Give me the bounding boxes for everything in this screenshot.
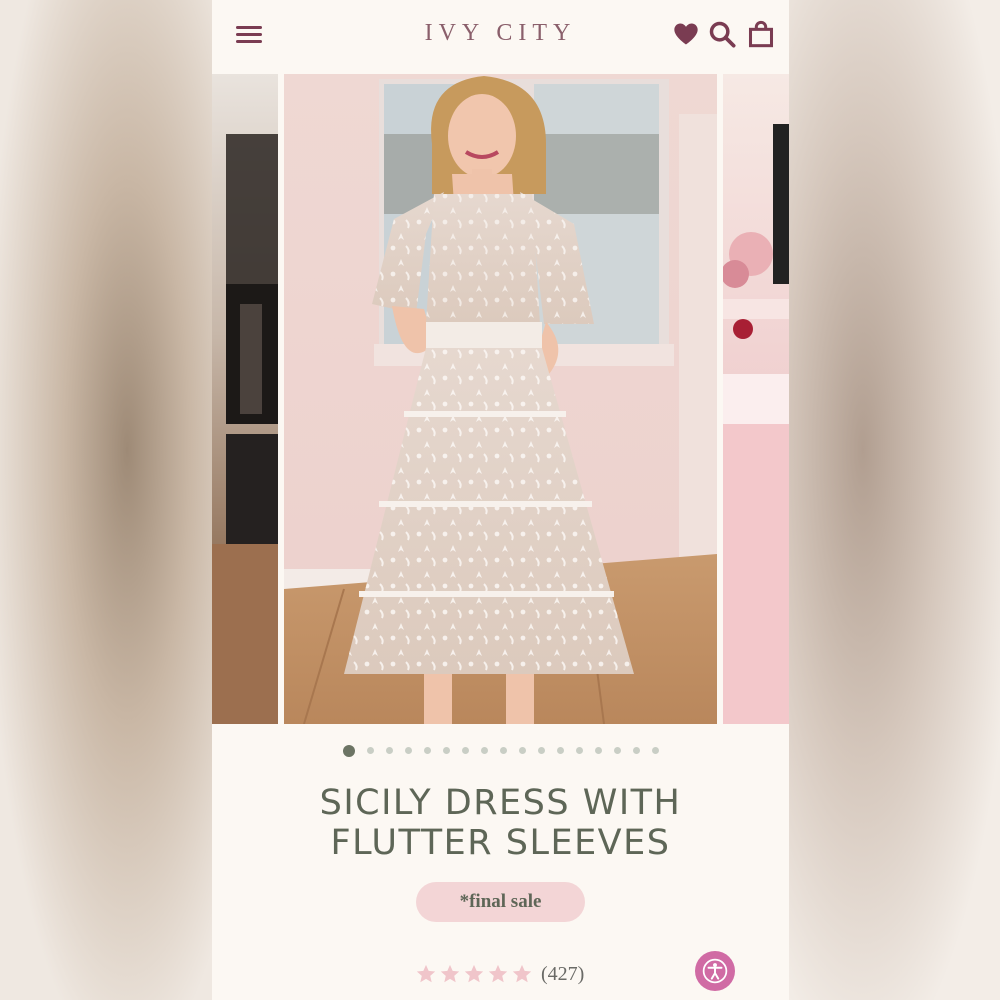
heart-icon[interactable] <box>672 20 700 48</box>
star-icon <box>464 964 484 983</box>
carousel-dot[interactable] <box>575 747 583 755</box>
search-icon[interactable] <box>708 20 736 48</box>
carousel-dot[interactable] <box>404 747 412 755</box>
carousel-dot[interactable] <box>480 747 488 755</box>
product-title: SICILY DRESS WITH FLUTTER SLEEVES <box>212 783 789 863</box>
carousel-dot[interactable] <box>594 747 602 755</box>
carousel-dot[interactable] <box>342 744 355 757</box>
bag-icon[interactable] <box>747 20 775 48</box>
main-product-image[interactable] <box>284 74 717 724</box>
carousel-dot[interactable] <box>461 747 469 755</box>
carousel-dot[interactable] <box>556 747 564 755</box>
site-header: IVY CITY <box>212 0 789 74</box>
accessibility-icon <box>702 958 728 984</box>
star-icon <box>416 964 436 983</box>
carousel-dot[interactable] <box>518 747 526 755</box>
background-blur-right <box>789 0 1000 1000</box>
final-sale-badge: *final sale <box>416 882 585 922</box>
product-rating[interactable]: (427) <box>415 960 584 988</box>
background-blur-left <box>0 0 212 1000</box>
next-slide-image[interactable] <box>723 74 789 724</box>
carousel-dot[interactable] <box>613 747 621 755</box>
product-title-text: SICILY DRESS WITH FLUTTER SLEEVES <box>319 783 682 863</box>
carousel-dot[interactable] <box>499 747 507 755</box>
carousel-dot[interactable] <box>442 747 450 755</box>
carousel-dot[interactable] <box>537 747 545 755</box>
phone-screen: IVY CITY SICILY DRESS WITH FLUTTER SLEEV… <box>212 0 789 1000</box>
carousel-dot[interactable] <box>423 747 431 755</box>
carousel-pagination <box>212 742 789 757</box>
carousel-dot[interactable] <box>366 747 374 755</box>
carousel-dot[interactable] <box>385 747 393 755</box>
carousel-dot[interactable] <box>651 747 659 755</box>
previous-slide-image[interactable] <box>212 74 278 724</box>
accessibility-button[interactable] <box>695 951 735 991</box>
star-icon <box>512 964 532 983</box>
star-icon <box>488 964 508 983</box>
star-icon <box>440 964 460 983</box>
review-count[interactable]: (427) <box>541 963 584 986</box>
carousel-dot[interactable] <box>632 747 640 755</box>
product-image-carousel[interactable] <box>212 74 789 724</box>
brand-logo[interactable]: IVY CITY <box>212 20 789 47</box>
